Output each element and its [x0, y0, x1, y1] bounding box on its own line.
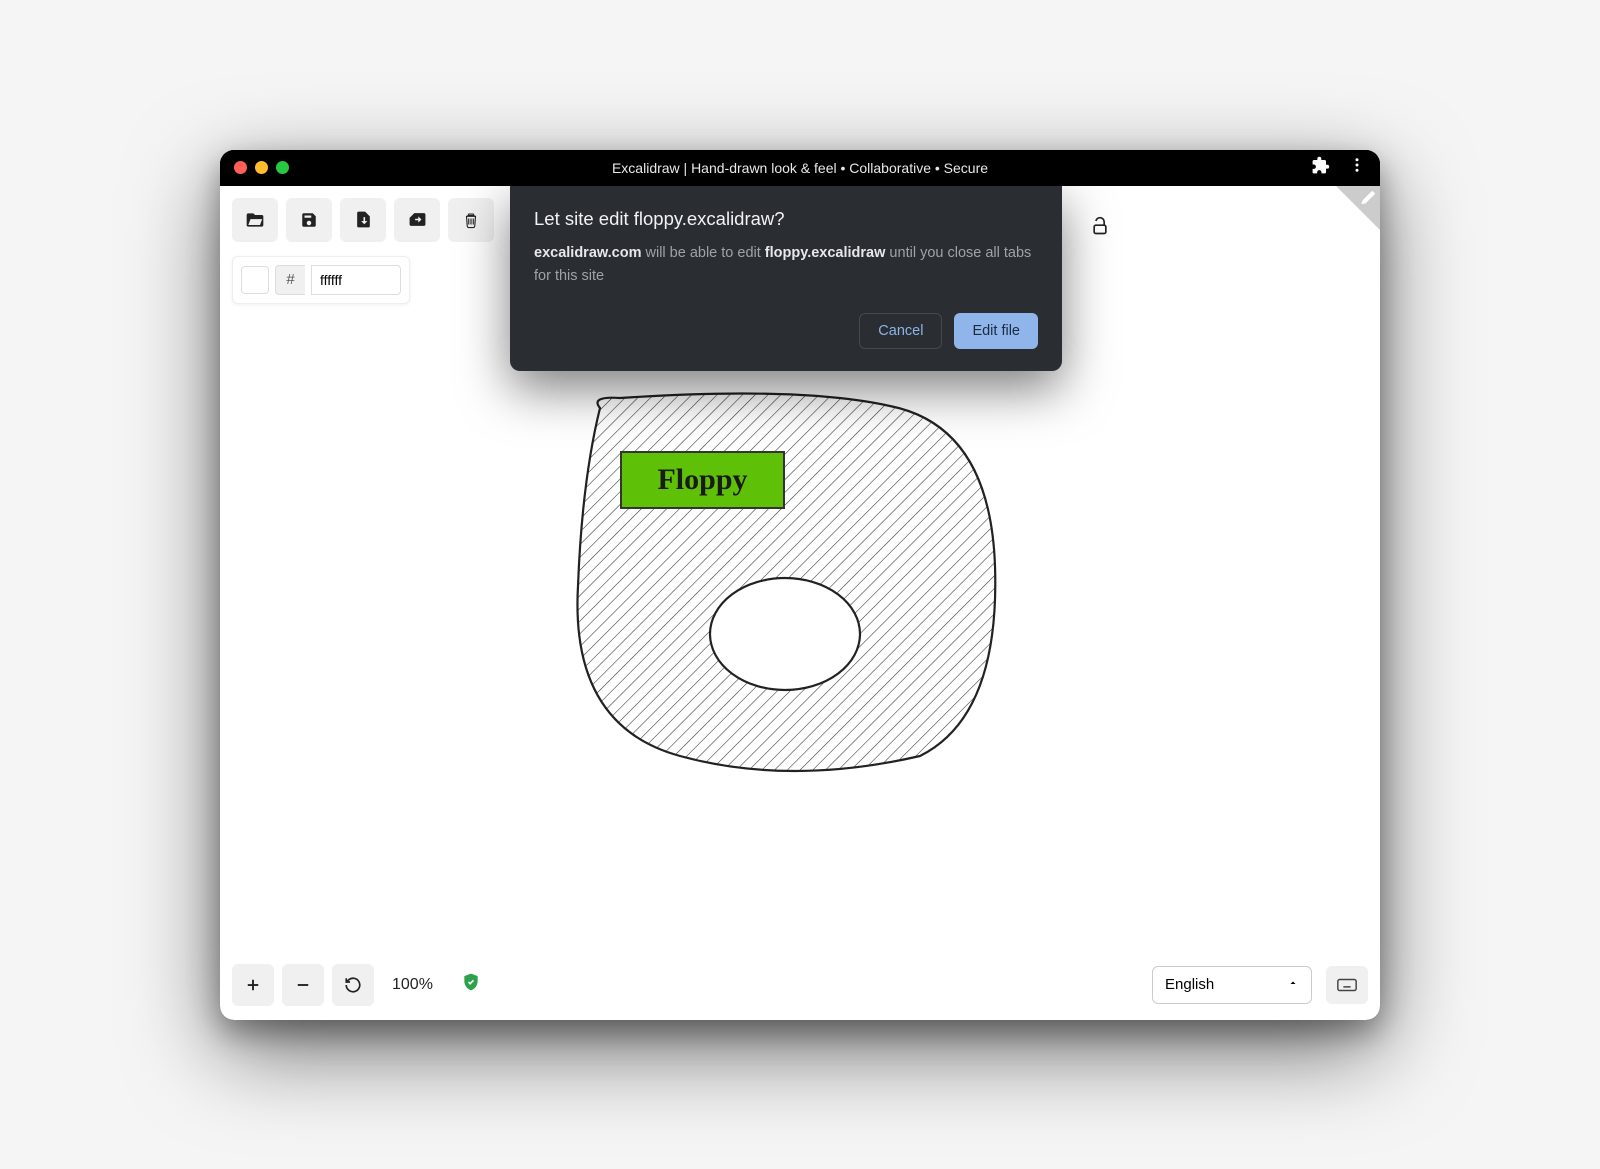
- page-title: Excalidraw | Hand-drawn look & feel • Co…: [220, 160, 1380, 176]
- extensions-icon[interactable]: [1311, 156, 1330, 180]
- zoom-percent: 100%: [382, 976, 443, 994]
- permission-dialog: Let site edit floppy.excalidraw? excalid…: [510, 186, 1062, 372]
- bottom-right-controls: English: [1152, 966, 1368, 1004]
- language-label: English: [1165, 976, 1214, 993]
- dialog-text-1: will be able to edit: [641, 245, 764, 261]
- file-toolbar: [232, 198, 494, 242]
- titlebar: Excalidraw | Hand-drawn look & feel • Co…: [220, 150, 1380, 186]
- dialog-filename: floppy.excalidraw: [765, 245, 886, 261]
- dialog-domain: excalidraw.com: [534, 245, 641, 261]
- zoom-controls: 100%: [232, 964, 443, 1006]
- edit-file-button[interactable]: Edit file: [954, 313, 1038, 349]
- browser-actions: [1311, 156, 1366, 180]
- browser-window: Excalidraw | Hand-drawn look & feel • Co…: [220, 150, 1380, 1020]
- lock-icon[interactable]: [1090, 216, 1110, 241]
- close-window-button[interactable]: [234, 161, 247, 174]
- keyboard-button[interactable]: [1326, 966, 1368, 1004]
- dialog-title: Let site edit floppy.excalidraw?: [534, 208, 1038, 230]
- dialog-actions: Cancel Edit file: [534, 313, 1038, 349]
- canvas-drawing[interactable]: Floppy: [560, 386, 1020, 786]
- maximize-window-button[interactable]: [276, 161, 289, 174]
- language-select[interactable]: English: [1152, 966, 1312, 1004]
- app-content: #: [220, 186, 1380, 1020]
- cancel-button[interactable]: Cancel: [859, 313, 942, 349]
- save-as-button[interactable]: [340, 198, 386, 242]
- save-button[interactable]: [286, 198, 332, 242]
- menu-dots-icon[interactable]: [1348, 156, 1366, 179]
- zoom-out-button[interactable]: [282, 964, 324, 1006]
- zoom-reset-button[interactable]: [332, 964, 374, 1006]
- chevron-up-icon: [1287, 976, 1299, 993]
- minimize-window-button[interactable]: [255, 161, 268, 174]
- color-hex-input[interactable]: [311, 265, 401, 295]
- export-button[interactable]: [394, 198, 440, 242]
- color-panel: #: [232, 256, 410, 304]
- corner-tag[interactable]: [1336, 186, 1380, 230]
- color-swatch[interactable]: [241, 266, 269, 294]
- bottom-bar: 100% English: [232, 964, 1368, 1006]
- trash-button[interactable]: [448, 198, 494, 242]
- dialog-body: excalidraw.com will be able to edit flop…: [534, 242, 1038, 290]
- zoom-in-button[interactable]: [232, 964, 274, 1006]
- floppy-label[interactable]: Floppy: [620, 451, 785, 509]
- hash-prefix: #: [275, 265, 305, 295]
- shield-icon[interactable]: [461, 972, 481, 997]
- window-controls: [234, 161, 289, 174]
- open-button[interactable]: [232, 198, 278, 242]
